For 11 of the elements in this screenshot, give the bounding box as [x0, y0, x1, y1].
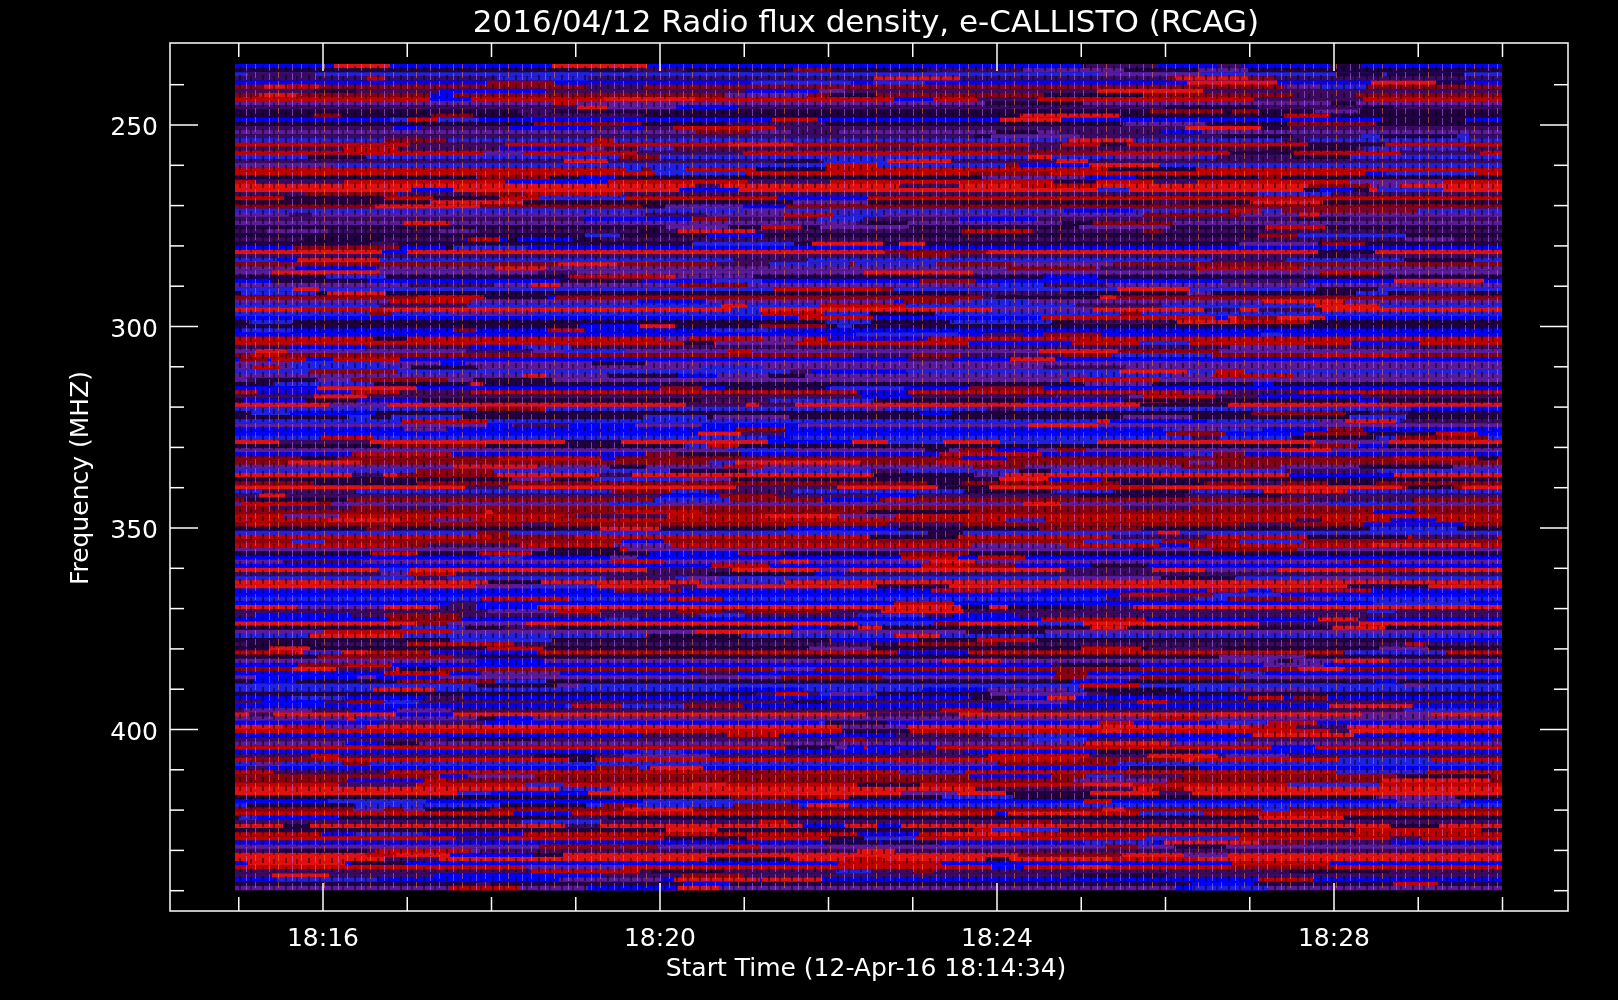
- tick-label: 18:24: [961, 923, 1033, 952]
- tick-label: 300: [110, 313, 158, 343]
- tick-label: 18:28: [1298, 923, 1370, 952]
- tick-label: 18:20: [624, 923, 696, 952]
- chart-title: 2016/04/12 Radio flux density, e-CALLISTO (RCAG): [472, 3, 1260, 39]
- tick-label: 250: [110, 112, 158, 141]
- tick-label: 18:16: [287, 923, 359, 952]
- axis-title: Start Time (12-Apr-16 18:14:34): [665, 953, 1067, 982]
- axis-title: Frequency (MHZ): [65, 370, 94, 586]
- tick-label: 350: [110, 515, 158, 544]
- tick-label: 400: [110, 716, 158, 746]
